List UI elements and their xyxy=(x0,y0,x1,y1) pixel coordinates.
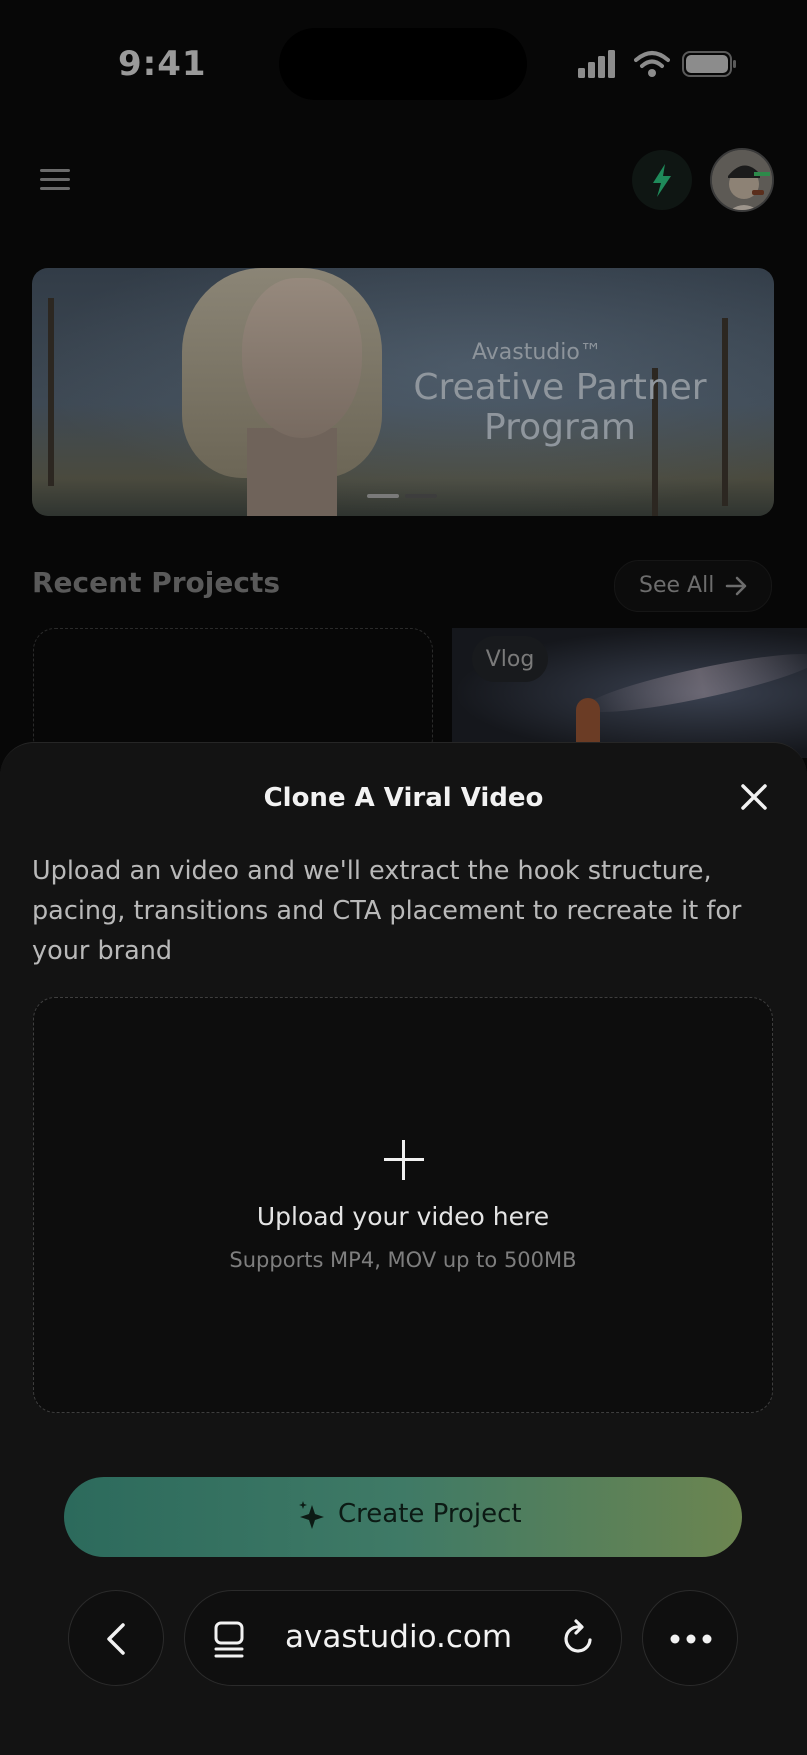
power-pole-decoration xyxy=(48,298,54,486)
more-button[interactable] xyxy=(642,1590,738,1686)
project-card[interactable]: Vlog xyxy=(452,628,807,758)
chevron-left-icon xyxy=(107,1623,125,1655)
banner-title: Creative Partner Program xyxy=(413,367,707,448)
project-tag-label: Vlog xyxy=(485,647,535,672)
reload-icon[interactable] xyxy=(561,1619,597,1657)
dynamic-island xyxy=(279,28,527,100)
carousel-dot[interactable] xyxy=(405,494,437,498)
section-title: Recent Projects xyxy=(32,566,281,599)
new-project-card[interactable] xyxy=(33,628,433,760)
sparkle-icon xyxy=(299,1501,324,1529)
project-tag: Vlog xyxy=(472,636,548,682)
battery-icon xyxy=(682,51,736,77)
status-icons xyxy=(578,50,738,80)
tab-overview-icon xyxy=(214,1621,244,1658)
url-text: avastudio.com xyxy=(285,1619,513,1655)
avatar[interactable] xyxy=(710,148,774,212)
create-project-label: Create Project xyxy=(338,1499,522,1529)
back-button[interactable] xyxy=(68,1590,164,1686)
status-bar: 9:41 xyxy=(0,0,807,120)
arrow-right-icon xyxy=(725,576,747,596)
carousel-indicator xyxy=(367,494,437,498)
close-icon xyxy=(741,784,767,810)
more-dots-icon xyxy=(670,1634,712,1644)
cellular-signal-icon xyxy=(578,50,615,78)
address-bar[interactable]: avastudio.com xyxy=(184,1590,622,1686)
see-all-button[interactable]: See All xyxy=(614,560,772,612)
sheet-description: Upload an video and we'll extract the ho… xyxy=(32,856,742,966)
credits-button[interactable] xyxy=(632,150,692,210)
wifi-icon xyxy=(634,51,670,77)
video-upload-dropzone[interactable]: Upload your video here Supports MP4, MOV… xyxy=(33,997,773,1413)
promo-banner[interactable]: Avastudio™ Creative Partner Program xyxy=(32,268,774,516)
close-button[interactable] xyxy=(736,779,772,815)
project-thumbnail xyxy=(581,643,807,723)
lightning-bolt-icon xyxy=(653,164,671,197)
top-bar xyxy=(0,140,807,220)
plus-icon xyxy=(382,1138,426,1182)
avatar-illustration xyxy=(712,150,772,210)
sheet-title: Clone A Viral Video xyxy=(263,783,544,813)
banner-portrait-neck xyxy=(247,428,337,516)
browser-toolbar: avastudio.com xyxy=(0,1580,807,1754)
upload-title: Upload your video here xyxy=(256,1202,550,1231)
banner-portrait-face xyxy=(242,278,362,438)
carousel-dot-active[interactable] xyxy=(367,494,399,498)
hamburger-icon[interactable] xyxy=(36,162,72,198)
banner-brand: Avastudio™ xyxy=(472,340,602,365)
create-project-button[interactable]: Create Project xyxy=(64,1477,742,1557)
status-time: 9:41 xyxy=(118,44,207,84)
see-all-label: See All xyxy=(639,573,715,598)
upload-subtitle: Supports MP4, MOV up to 500MB xyxy=(229,1248,577,1272)
